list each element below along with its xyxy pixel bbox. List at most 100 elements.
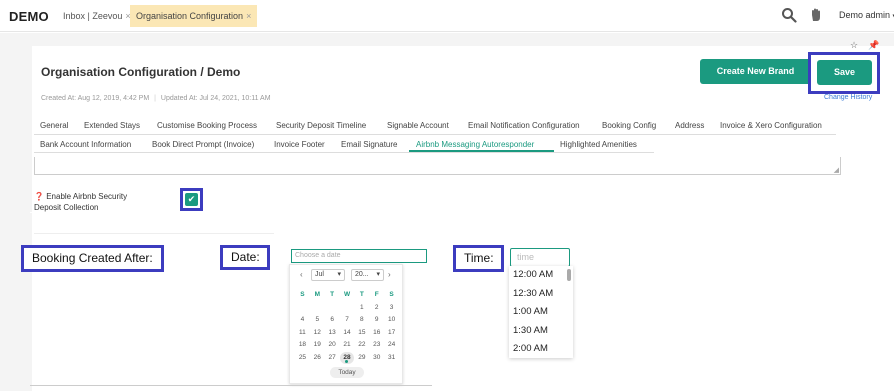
tab-address[interactable]: Address (675, 121, 704, 130)
time-option[interactable]: 12:30 AM (509, 285, 573, 304)
date-callout: Date: (220, 245, 270, 270)
calendar-day[interactable]: 13 (325, 327, 340, 340)
calendar-day[interactable]: 9 (369, 314, 384, 327)
calendar-empty-cell (310, 302, 325, 315)
tab-bank-account-information[interactable]: Bank Account Information (40, 140, 131, 149)
time-option[interactable]: 2:00 AM (509, 340, 573, 358)
month-value: Jul (315, 271, 324, 278)
calendar-day[interactable]: 2 (369, 302, 384, 315)
calendar-day[interactable]: 10 (384, 314, 399, 327)
date-input[interactable]: Choose a date (291, 249, 427, 263)
tab-book-direct-prompt[interactable]: Book Direct Prompt (Invoice) (152, 140, 254, 149)
security-deposit-checkbox[interactable]: ✔ (185, 193, 198, 206)
calendar-week-row: 123 (295, 302, 399, 315)
calendar-day[interactable]: 29 (354, 352, 369, 365)
weekday-label: T (330, 291, 335, 298)
calendar-grid: S M T W T F S 1 2 3 4 5 6 7 8 9 10 11 12 13 14 15 16 17 18 19 20 21… (295, 289, 399, 364)
tab-security-deposit-timeline[interactable]: Security Deposit Timeline (276, 121, 366, 130)
tab-inbox[interactable]: Inbox | Zeevou × (57, 5, 137, 27)
calendar-day[interactable]: 17 (384, 327, 399, 340)
calendar-day[interactable]: 4 (295, 314, 310, 327)
tab-airbnb-messaging-autoresponder[interactable]: Airbnb Messaging Autoresponder (416, 140, 534, 149)
calendar-day[interactable]: 6 (325, 314, 340, 327)
tab-email-signature[interactable]: Email Signature (341, 140, 397, 149)
config-tabs-row-1: General Extended Stays Customise Booking… (34, 117, 840, 135)
calendar-day[interactable]: 8 (354, 314, 369, 327)
calendar-day[interactable]: 14 (340, 327, 355, 340)
calendar-day[interactable]: 1 (354, 302, 369, 315)
security-deposit-label: ❓ Enable Airbnb Security Deposit Collect… (34, 191, 154, 213)
time-option[interactable]: 1:30 AM (509, 322, 573, 341)
save-button[interactable]: Save (817, 60, 872, 85)
weekday-label: W (343, 291, 351, 298)
tab-signable-account[interactable]: Signable Account (387, 121, 449, 130)
page-meta: Created At: Aug 12, 2019, 4:42 PM | Upda… (41, 95, 271, 102)
help-icon[interactable]: ❓ (34, 192, 44, 201)
time-option[interactable]: 1:00 AM (509, 303, 573, 322)
weekday-label: F (374, 291, 379, 298)
tab-email-notification-configuration[interactable]: Email Notification Configuration (468, 121, 580, 130)
next-month-icon[interactable]: › (388, 270, 391, 279)
calendar-day[interactable]: 3 (384, 302, 399, 315)
tab-extended-stays[interactable]: Extended Stays (84, 121, 140, 130)
tab-invoice-footer[interactable]: Invoice Footer (274, 140, 325, 149)
user-menu[interactable]: Demo admin ▾ (839, 10, 894, 20)
faint-divider (34, 233, 274, 234)
calendar-day[interactable]: 23 (369, 339, 384, 352)
booking-created-after-callout: Booking Created After: (21, 245, 164, 272)
year-select[interactable]: 20... ▾ (351, 269, 384, 281)
calendar-day[interactable]: 11 (295, 327, 310, 340)
calendar-day[interactable]: 16 (369, 327, 384, 340)
chevron-down-icon: ▾ (376, 271, 380, 278)
calendar-day[interactable]: 27 (325, 352, 340, 365)
tab-booking-config[interactable]: Booking Config (602, 121, 656, 130)
calendar-empty-cell (340, 302, 355, 315)
time-option[interactable]: 12:00 AM (509, 266, 573, 285)
calendar-day[interactable]: 18 (295, 339, 310, 352)
calendar-day[interactable]: 12 (310, 327, 325, 340)
calendar-empty-cell (325, 302, 340, 315)
scrollbar-thumb[interactable] (567, 269, 571, 281)
tab-invoice-xero-configuration[interactable]: Invoice & Xero Configuration (720, 121, 822, 130)
change-history-link[interactable]: Change History (824, 94, 872, 101)
calendar-day[interactable]: 24 (384, 339, 399, 352)
star-icon[interactable]: ☆ (850, 40, 858, 51)
time-callout: Time: (453, 245, 504, 272)
tab-highlighted-amenities[interactable]: Highlighted Amenities (560, 140, 637, 149)
calendar-day[interactable]: 30 (369, 352, 384, 365)
bottom-divider (30, 385, 432, 386)
create-new-brand-button[interactable]: Create New Brand (700, 59, 811, 84)
message-textarea[interactable]: ◢ (34, 157, 841, 175)
calendar-day[interactable]: 22 (354, 339, 369, 352)
calendar-day[interactable]: 31 (384, 352, 399, 365)
calendar-week-row: 18 19 20 21 22 23 24 (295, 339, 399, 352)
weekday-label: S (300, 291, 305, 298)
time-input[interactable]: time (510, 248, 570, 267)
close-icon[interactable]: × (246, 11, 251, 21)
hand-icon[interactable] (808, 7, 824, 23)
pin-icon[interactable]: 📌 (868, 40, 879, 51)
search-icon[interactable] (781, 7, 797, 23)
calendar-day[interactable]: 26 (310, 352, 325, 365)
calendar-day[interactable]: 15 (354, 327, 369, 340)
top-bar: DEMO Inbox | Zeevou × Organisation Config… (0, 0, 894, 32)
calendar-day[interactable]: 19 (310, 339, 325, 352)
weekday-label: M (314, 291, 320, 298)
tab-organisation-configuration[interactable]: Organisation Configuration × (130, 5, 258, 27)
tab-customise-booking-process[interactable]: Customise Booking Process (157, 121, 257, 130)
prev-month-icon[interactable]: ‹ (300, 270, 303, 279)
month-select[interactable]: Jul ▾ (311, 269, 345, 281)
brand-logo[interactable]: DEMO (9, 9, 49, 24)
calendar-week-row: 11 12 13 14 15 16 17 (295, 327, 399, 340)
calendar-day[interactable]: 21 (340, 339, 355, 352)
calendar-day[interactable]: 7 (340, 314, 355, 327)
today-button[interactable]: Today (330, 367, 364, 378)
resize-handle-icon[interactable]: ◢ (834, 166, 839, 174)
calendar-day[interactable]: 25 (295, 352, 310, 365)
date-picker-calendar: ‹ Jul ▾ 20... ▾ › S M T W T F S 1 2 3 4 5 6 7 8 9 10 11 12… (289, 264, 403, 384)
user-name: Demo admin (839, 10, 891, 20)
chevron-down-icon: ▾ (337, 271, 341, 278)
calendar-day[interactable]: 5 (310, 314, 325, 327)
calendar-day[interactable]: 20 (325, 339, 340, 352)
tab-general[interactable]: General (40, 121, 68, 130)
